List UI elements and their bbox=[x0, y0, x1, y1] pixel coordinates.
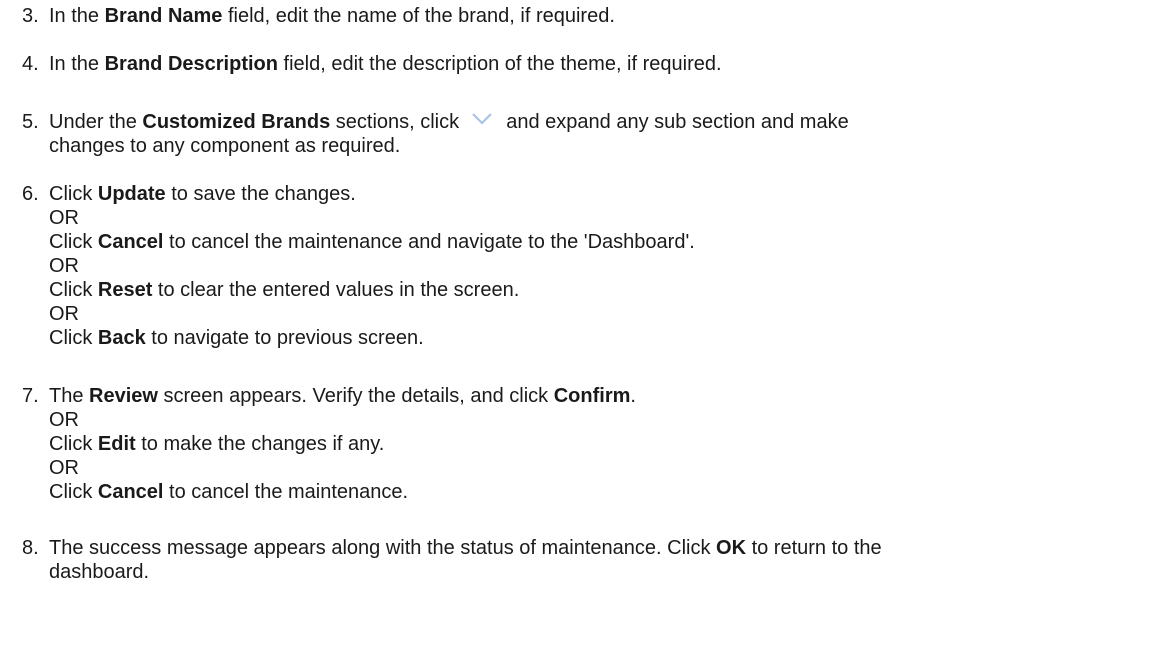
text-run: to clear the entered values in the scree… bbox=[152, 279, 520, 301]
ui-button-name: Confirm bbox=[553, 385, 631, 407]
step-line: Click Cancel to cancel the maintenance a… bbox=[49, 230, 1162, 254]
step-line: Click Update to save the changes. bbox=[49, 182, 1162, 206]
ui-field-name: Brand Name bbox=[104, 5, 223, 27]
step-line: Click Back to navigate to previous scree… bbox=[49, 326, 1162, 350]
step-number: 7. bbox=[22, 385, 39, 407]
or-separator: OR bbox=[49, 207, 79, 229]
or-separator: OR bbox=[49, 303, 79, 325]
step-line: The Review screen appears. Verify the de… bbox=[49, 384, 1162, 408]
step-number: 4. bbox=[22, 53, 39, 75]
step-line: Click Edit to make the changes if any. bbox=[49, 432, 1162, 456]
step-line: Click Reset to clear the entered values … bbox=[49, 278, 1162, 302]
text-run: to make the changes if any. bbox=[135, 433, 385, 455]
text-run: field, edit the name of the brand, if re… bbox=[222, 5, 615, 27]
text-run: In the bbox=[49, 53, 105, 75]
step-number: 8. bbox=[22, 537, 39, 559]
ui-button-name: Cancel bbox=[97, 231, 164, 253]
step-line: Click Cancel to cancel the maintenance. bbox=[49, 480, 1162, 504]
text-run: Click bbox=[49, 327, 98, 349]
or-separator: OR bbox=[49, 255, 79, 277]
step-body: Under the Customized Brands sections, cl… bbox=[49, 110, 1162, 158]
ui-button-name: Cancel bbox=[97, 481, 164, 503]
ui-button-name: Update bbox=[97, 183, 166, 205]
text-run: to save the changes. bbox=[165, 183, 356, 205]
ui-button-name: OK bbox=[716, 537, 747, 559]
ui-field-name: Brand Description bbox=[104, 53, 278, 75]
text-run: The success message appears along with t… bbox=[49, 537, 717, 559]
text-run: to cancel the maintenance and navigate t… bbox=[163, 231, 695, 253]
step-line: In the Brand Description field, edit the… bbox=[49, 52, 1162, 76]
step-body: Click Update to save the changes. OR Cli… bbox=[49, 182, 1162, 350]
text-run: Click bbox=[49, 433, 98, 455]
step-line: changes to any component as required. bbox=[49, 135, 401, 157]
chevron-down-icon bbox=[471, 113, 492, 125]
step-number: 6. bbox=[22, 183, 39, 205]
step-line: dashboard. bbox=[49, 561, 150, 583]
text-run: to cancel the maintenance. bbox=[163, 481, 409, 503]
ui-screen-name: Review bbox=[89, 385, 158, 407]
text-run: screen appears. Verify the details, and … bbox=[157, 385, 554, 407]
text-run: Click bbox=[49, 481, 98, 503]
or-separator: OR bbox=[49, 409, 79, 431]
text-run: In the bbox=[49, 5, 105, 27]
step-body: The Review screen appears. Verify the de… bbox=[49, 384, 1162, 504]
ui-button-name: Edit bbox=[97, 433, 136, 455]
text-run: and expand any sub section and make bbox=[500, 111, 849, 133]
or-separator: OR bbox=[49, 457, 79, 479]
step-body: The success message appears along with t… bbox=[49, 536, 1162, 584]
step-number: 3. bbox=[22, 5, 39, 27]
text-run: Click bbox=[49, 183, 98, 205]
step-number: 5. bbox=[22, 111, 39, 133]
text-run: . bbox=[630, 385, 636, 407]
text-run: sections, click bbox=[330, 111, 465, 133]
ui-section-name: Customized Brands bbox=[142, 111, 331, 133]
text-run: Click bbox=[49, 231, 98, 253]
step-body: In the Brand Description field, edit the… bbox=[49, 52, 1162, 76]
ui-button-name: Back bbox=[97, 327, 146, 349]
step-body: In the Brand Name field, edit the name o… bbox=[49, 4, 1162, 28]
step-line: The success message appears along with t… bbox=[49, 536, 1162, 560]
document-page: 3. In the Brand Name field, edit the nam… bbox=[0, 0, 1172, 651]
text-run: Click bbox=[49, 279, 98, 301]
step-line: In the Brand Name field, edit the name o… bbox=[49, 4, 1162, 28]
text-run: field, edit the description of the theme… bbox=[277, 53, 722, 75]
text-run: The bbox=[49, 385, 90, 407]
step-line: Under the Customized Brands sections, cl… bbox=[49, 110, 1162, 134]
text-run: to navigate to previous screen. bbox=[145, 327, 424, 349]
ui-button-name: Reset bbox=[97, 279, 153, 301]
text-run: Under the bbox=[49, 111, 143, 133]
text-run: to return to the bbox=[746, 537, 882, 559]
